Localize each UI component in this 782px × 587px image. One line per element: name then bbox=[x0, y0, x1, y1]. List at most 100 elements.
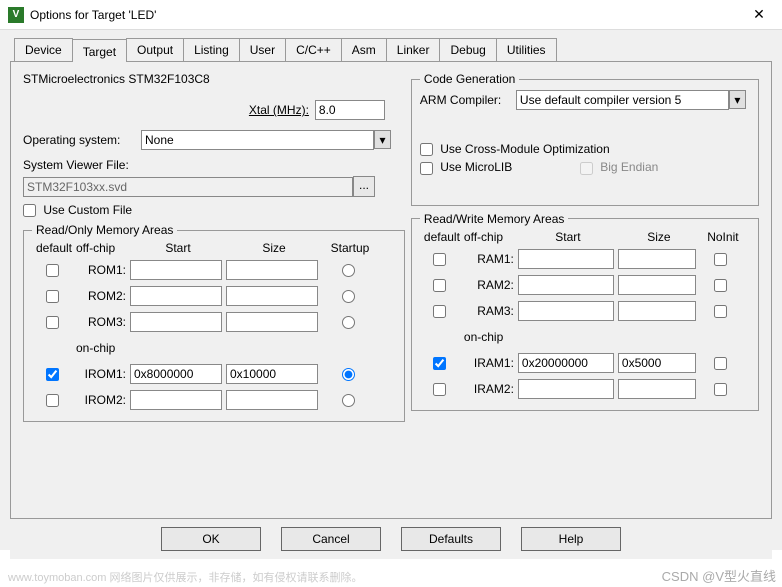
mem-name: IROM2: bbox=[76, 393, 130, 407]
default-checkbox[interactable] bbox=[46, 290, 59, 303]
size-input[interactable] bbox=[618, 301, 696, 321]
size-input[interactable] bbox=[226, 312, 318, 332]
watermark-right: CSDN @V型火直线 bbox=[662, 566, 776, 585]
size-input[interactable] bbox=[226, 364, 318, 384]
mem-name: ROM3: bbox=[76, 315, 130, 329]
app-icon: V bbox=[8, 7, 24, 23]
rw-legend: Read/Write Memory Areas bbox=[420, 212, 569, 226]
device-name: STMicroelectronics STM32F103C8 bbox=[23, 72, 210, 86]
defaults-button[interactable]: Defaults bbox=[401, 527, 501, 551]
default-checkbox[interactable] bbox=[433, 305, 446, 318]
ro-hdr-start: Start bbox=[130, 241, 226, 255]
svf-label: System Viewer File: bbox=[23, 158, 129, 172]
size-input[interactable] bbox=[618, 249, 696, 269]
readonly-memory-group: Read/Only Memory Areas default off-chip … bbox=[23, 223, 405, 422]
start-input[interactable] bbox=[518, 379, 614, 399]
tab-target[interactable]: Target bbox=[72, 39, 127, 62]
startup-radio[interactable] bbox=[342, 316, 355, 329]
noinit-checkbox[interactable] bbox=[714, 279, 727, 292]
start-input[interactable] bbox=[518, 275, 614, 295]
tab-utilities[interactable]: Utilities bbox=[496, 38, 557, 61]
tab-cpp[interactable]: C/C++ bbox=[285, 38, 342, 61]
mem-row: RAM3: bbox=[420, 298, 750, 324]
titlebar: V Options for Target 'LED' ✕ bbox=[0, 0, 782, 30]
chevron-down-icon[interactable]: ▾ bbox=[729, 90, 746, 109]
size-input[interactable] bbox=[226, 390, 318, 410]
chevron-down-icon[interactable]: ▾ bbox=[374, 130, 391, 149]
default-checkbox[interactable] bbox=[433, 383, 446, 396]
ro-onchip-label: on-chip bbox=[76, 341, 130, 355]
mem-row: ROM1: bbox=[32, 257, 396, 283]
cross-module-checkbox[interactable]: Use Cross-Module Optimization bbox=[420, 142, 610, 156]
rw-hdr-offchip: off-chip bbox=[464, 230, 518, 244]
start-input[interactable] bbox=[130, 286, 222, 306]
tab-asm[interactable]: Asm bbox=[341, 38, 387, 61]
microlib-checkbox[interactable]: Use MicroLIB bbox=[420, 160, 580, 174]
startup-radio[interactable] bbox=[342, 394, 355, 407]
xtal-input[interactable] bbox=[315, 100, 385, 120]
mem-row: RAM2: bbox=[420, 272, 750, 298]
start-input[interactable] bbox=[518, 353, 614, 373]
mem-name: IRAM1: bbox=[464, 356, 518, 370]
start-input[interactable] bbox=[518, 301, 614, 321]
mem-name: RAM3: bbox=[464, 304, 518, 318]
start-input[interactable] bbox=[130, 390, 222, 410]
noinit-checkbox[interactable] bbox=[714, 305, 727, 318]
mem-row: IROM2: bbox=[32, 387, 396, 413]
rw-hdr-noinit: NoInit bbox=[700, 230, 746, 244]
button-bar: OK Cancel Defaults Help bbox=[10, 519, 772, 559]
startup-radio[interactable] bbox=[342, 368, 355, 381]
default-checkbox[interactable] bbox=[46, 368, 59, 381]
arm-compiler-select[interactable] bbox=[516, 90, 729, 110]
codegen-legend: Code Generation bbox=[420, 72, 519, 86]
close-icon[interactable]: ✕ bbox=[744, 6, 774, 23]
browse-button[interactable]: ... bbox=[353, 176, 375, 197]
tab-device[interactable]: Device bbox=[14, 38, 73, 61]
os-select[interactable] bbox=[141, 130, 374, 150]
startup-radio[interactable] bbox=[342, 290, 355, 303]
default-checkbox[interactable] bbox=[46, 316, 59, 329]
rw-hdr-size: Size bbox=[618, 230, 700, 244]
tab-listing[interactable]: Listing bbox=[183, 38, 240, 61]
cancel-button[interactable]: Cancel bbox=[281, 527, 381, 551]
svf-input bbox=[23, 177, 353, 197]
startup-radio[interactable] bbox=[342, 264, 355, 277]
size-input[interactable] bbox=[618, 275, 696, 295]
mem-row: ROM3: bbox=[32, 309, 396, 335]
default-checkbox[interactable] bbox=[46, 264, 59, 277]
readwrite-memory-group: Read/Write Memory Areas default off-chip… bbox=[411, 212, 759, 411]
start-input[interactable] bbox=[130, 312, 222, 332]
size-input[interactable] bbox=[226, 260, 318, 280]
watermark-left: www.toymoban.com 网络图片仅供展示，非存储，如有侵权请联系删除。 bbox=[8, 569, 362, 585]
mem-row: IROM1: bbox=[32, 361, 396, 387]
default-checkbox[interactable] bbox=[433, 279, 446, 292]
ok-button[interactable]: OK bbox=[161, 527, 261, 551]
ro-hdr-offchip: off-chip bbox=[76, 241, 130, 255]
size-input[interactable] bbox=[618, 379, 696, 399]
ro-legend: Read/Only Memory Areas bbox=[32, 223, 177, 237]
default-checkbox[interactable] bbox=[433, 253, 446, 266]
help-button[interactable]: Help bbox=[521, 527, 621, 551]
xtal-label: Xtal (MHz): bbox=[249, 103, 309, 117]
mem-row: IRAM1: bbox=[420, 350, 750, 376]
start-input[interactable] bbox=[130, 260, 222, 280]
noinit-checkbox[interactable] bbox=[714, 383, 727, 396]
tab-debug[interactable]: Debug bbox=[439, 38, 496, 61]
tab-linker[interactable]: Linker bbox=[386, 38, 441, 61]
size-input[interactable] bbox=[226, 286, 318, 306]
default-checkbox[interactable] bbox=[46, 394, 59, 407]
size-input[interactable] bbox=[618, 353, 696, 373]
mem-row: RAM1: bbox=[420, 246, 750, 272]
tab-user[interactable]: User bbox=[239, 38, 286, 61]
ro-hdr-size: Size bbox=[226, 241, 322, 255]
default-checkbox[interactable] bbox=[433, 357, 446, 370]
os-label: Operating system: bbox=[23, 133, 135, 147]
start-input[interactable] bbox=[518, 249, 614, 269]
mem-row: ROM2: bbox=[32, 283, 396, 309]
start-input[interactable] bbox=[130, 364, 222, 384]
noinit-checkbox[interactable] bbox=[714, 253, 727, 266]
rw-hdr-default: default bbox=[420, 230, 464, 244]
noinit-checkbox[interactable] bbox=[714, 357, 727, 370]
use-custom-file-checkbox[interactable]: Use Custom File bbox=[23, 203, 132, 217]
tab-output[interactable]: Output bbox=[126, 38, 184, 61]
